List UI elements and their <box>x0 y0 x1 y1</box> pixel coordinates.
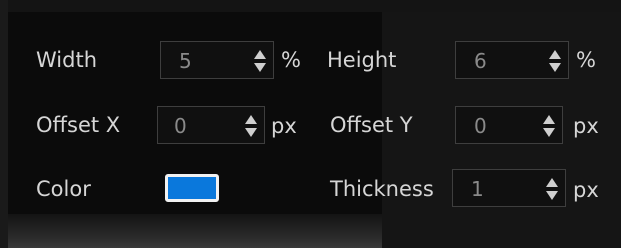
color-label: Color <box>36 177 91 201</box>
thickness-value[interactable]: 1 <box>471 177 484 201</box>
thickness-label: Thickness <box>330 177 434 201</box>
top-border <box>0 0 621 12</box>
thickness-spinbox[interactable]: 1 <box>452 169 566 207</box>
offset-y-label: Offset Y <box>330 113 413 137</box>
offset-y-spinbox[interactable]: 0 <box>455 106 563 144</box>
height-spinbox[interactable]: 6 <box>455 41 569 79</box>
height-label: Height <box>327 48 397 72</box>
spin-arrows-icon[interactable] <box>244 113 258 139</box>
offset-x-spinbox[interactable]: 0 <box>157 106 265 144</box>
offset-y-unit: px <box>573 114 599 138</box>
width-label: Width <box>36 48 98 72</box>
spin-arrows-icon[interactable] <box>548 48 562 74</box>
offset-x-unit: px <box>271 114 297 138</box>
width-spinbox[interactable]: 5 <box>160 41 274 79</box>
spin-arrows-icon[interactable] <box>253 48 267 74</box>
offset-x-label: Offset X <box>36 113 121 137</box>
spin-arrows-icon[interactable] <box>545 176 559 202</box>
width-unit: % <box>281 48 301 72</box>
bottom-gradient-strip <box>8 214 382 248</box>
height-value[interactable]: 6 <box>474 49 487 73</box>
spin-arrows-icon[interactable] <box>542 113 556 139</box>
offset-x-value[interactable]: 0 <box>174 114 187 138</box>
offset-y-value[interactable]: 0 <box>474 114 487 138</box>
left-border <box>0 0 8 248</box>
color-swatch-button[interactable] <box>165 174 219 202</box>
width-value[interactable]: 5 <box>179 49 192 73</box>
height-unit: % <box>576 48 596 72</box>
thickness-unit: px <box>573 178 599 202</box>
